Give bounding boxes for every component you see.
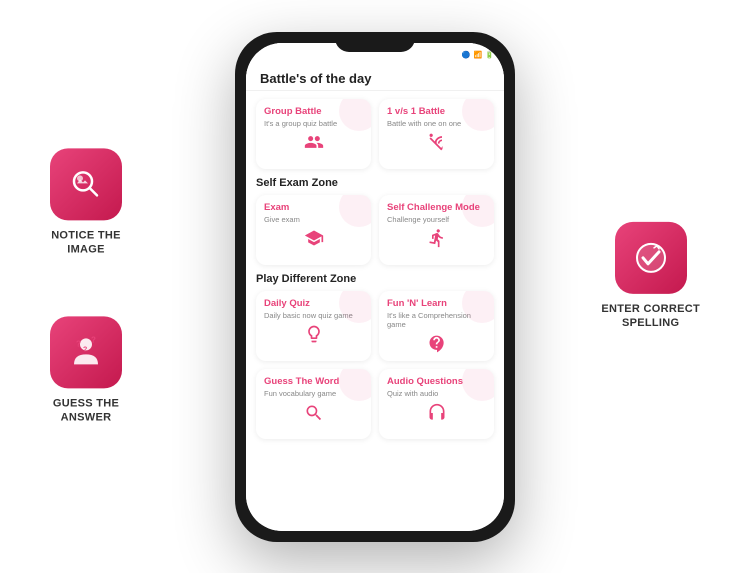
battle-cards-row: Group Battle It's a group quiz battle 1 … xyxy=(256,99,494,169)
enter-spelling-label: ENTER CORRECTSPELLING xyxy=(601,301,700,330)
notice-image-feature: NOTICE THEIMAGE xyxy=(50,148,122,257)
play-different-section-title: Play Different Zone xyxy=(256,273,494,285)
app-content: Group Battle It's a group quiz battle 1 … xyxy=(246,91,504,456)
battle-1v1-icon xyxy=(387,132,486,152)
notice-image-label: NOTICE THEIMAGE xyxy=(51,228,121,257)
self-exam-cards-row: Exam Give exam Self Challenge Mode Chall… xyxy=(256,195,494,265)
left-feature-icons: NOTICE THEIMAGE ? ? ? GUESS THEANSWER xyxy=(50,148,122,425)
daily-quiz-icon xyxy=(264,324,363,344)
app-title: Battle's of the day xyxy=(260,71,371,86)
battery-icon: 🔋 xyxy=(485,51,494,59)
audio-questions-card[interactable]: Audio Questions Quiz with audio xyxy=(379,369,494,439)
svg-text:?: ? xyxy=(91,336,96,345)
notice-image-icon-box xyxy=(50,148,122,220)
exam-card[interactable]: Exam Give exam xyxy=(256,195,371,265)
svg-text:?: ? xyxy=(76,340,81,349)
notice-image-icon xyxy=(66,164,106,204)
wifi-icon: 📶 xyxy=(474,51,483,59)
group-battle-icon xyxy=(264,132,363,152)
audio-questions-icon xyxy=(387,403,486,423)
status-icons: 🔵 📶 🔋 xyxy=(462,51,494,59)
bottom-cards-row: Guess The Word Fun vocabulary game Audio… xyxy=(256,369,494,439)
guess-word-card[interactable]: Guess The Word Fun vocabulary game xyxy=(256,369,371,439)
phone-outer: 🔵 📶 🔋 Battle's of the day Group xyxy=(235,32,515,542)
guess-answer-feature: ? ? ? GUESS THEANSWER xyxy=(50,317,122,426)
exam-icon xyxy=(264,228,363,248)
group-battle-card[interactable]: Group Battle It's a group quiz battle xyxy=(256,99,371,169)
svg-text:?: ? xyxy=(83,347,87,354)
guess-answer-icon: ? ? ? xyxy=(66,333,106,373)
enter-spelling-icon xyxy=(631,237,671,277)
guess-answer-icon-box: ? ? ? xyxy=(50,317,122,389)
right-feature-icons: ENTER CORRECTSPELLING xyxy=(601,221,700,330)
app-header: Battle's of the day xyxy=(246,65,504,91)
phone-inner: 🔵 📶 🔋 Battle's of the day Group xyxy=(246,43,504,531)
enter-spelling-icon-box xyxy=(615,221,687,293)
self-exam-section-title: Self Exam Zone xyxy=(256,177,494,189)
battle-1v1-card[interactable]: 1 v/s 1 Battle Battle with one on one xyxy=(379,99,494,169)
fun-learn-card[interactable]: Fun 'N' Learn It's like a Comprehension … xyxy=(379,291,494,362)
guess-answer-label: GUESS THEANSWER xyxy=(53,397,119,426)
fun-learn-icon xyxy=(387,334,486,354)
bluetooth-icon: 🔵 xyxy=(462,51,471,59)
enter-spelling-feature: ENTER CORRECTSPELLING xyxy=(601,221,700,330)
guess-word-icon xyxy=(264,403,363,423)
self-challenge-icon xyxy=(387,228,486,248)
phone-mockup: 🔵 📶 🔋 Battle's of the day Group xyxy=(235,32,515,542)
phone-screen: 🔵 📶 🔋 Battle's of the day Group xyxy=(246,43,504,531)
daily-quiz-card[interactable]: Daily Quiz Daily basic now quiz game xyxy=(256,291,371,362)
phone-notch xyxy=(335,32,415,52)
self-challenge-card[interactable]: Self Challenge Mode Challenge yourself xyxy=(379,195,494,265)
play-different-cards-row: Daily Quiz Daily basic now quiz game Fun… xyxy=(256,291,494,362)
